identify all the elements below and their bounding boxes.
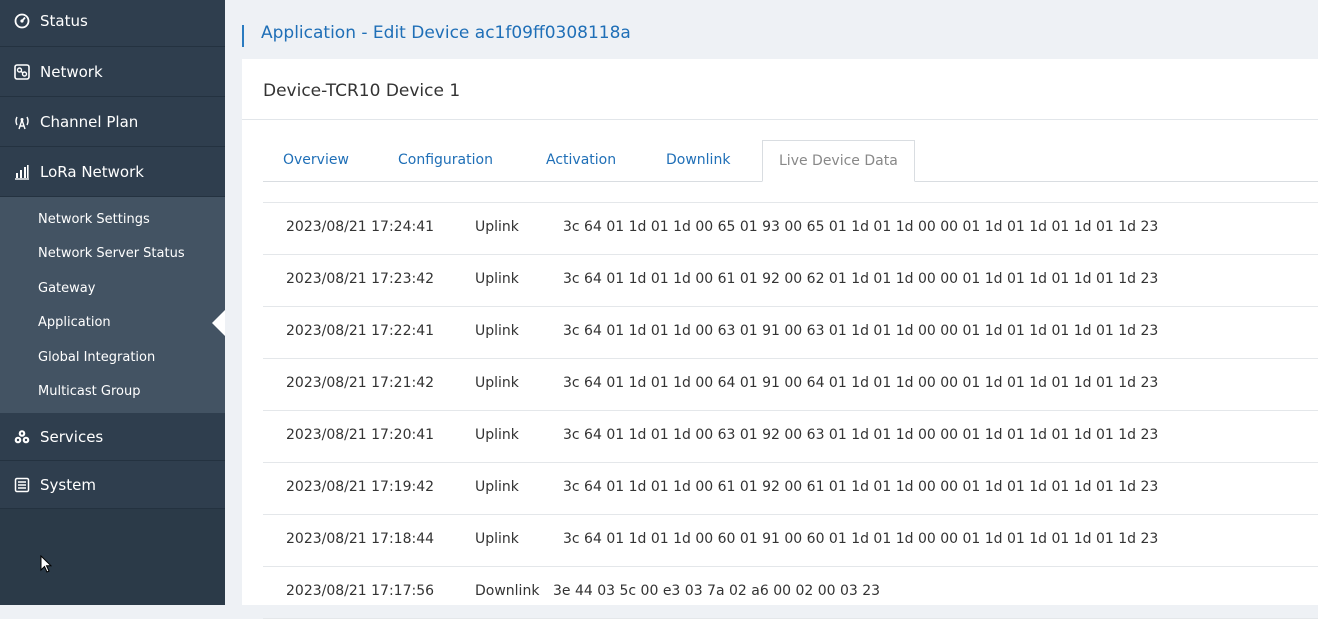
sidebar-item-system[interactable]: System bbox=[0, 461, 225, 509]
sidebar-item-label: Channel Plan bbox=[40, 112, 139, 131]
log-row[interactable]: 2023/08/21 17:17:56 Downlink 3e 44 03 5c… bbox=[263, 567, 1318, 619]
sidebar-item-label: LoRa Network bbox=[40, 162, 144, 181]
log-row[interactable]: 2023/08/21 17:23:42 Uplink 3c 64 01 1d 0… bbox=[263, 255, 1318, 307]
log-payload: 3c 64 01 1d 01 1d 00 61 01 92 00 61 01 1… bbox=[563, 479, 1159, 495]
submenu-item-network-server-status[interactable]: Network Server Status bbox=[0, 237, 225, 272]
log-payload: 3c 64 01 1d 01 1d 00 63 01 92 00 63 01 1… bbox=[563, 427, 1159, 443]
log-type: Downlink bbox=[475, 583, 540, 599]
log-time: 2023/08/21 17:17:56 bbox=[286, 583, 435, 599]
log-type: Uplink bbox=[475, 531, 519, 547]
log-time: 2023/08/21 17:18:44 bbox=[286, 531, 435, 547]
sidebar-item-label: Status bbox=[40, 12, 88, 30]
sidebar-item-label: Network bbox=[40, 62, 103, 81]
tab-downlink[interactable]: Downlink bbox=[666, 140, 730, 181]
log-time: 2023/08/21 17:22:41 bbox=[286, 323, 435, 339]
log-row[interactable]: 2023/08/21 17:22:41 Uplink 3c 64 01 1d 0… bbox=[263, 307, 1318, 359]
sidebar-item-label: Services bbox=[40, 427, 104, 446]
services-icon bbox=[13, 428, 31, 446]
tab-overview[interactable]: Overview bbox=[283, 140, 349, 181]
log-time: 2023/08/21 17:20:41 bbox=[286, 427, 435, 443]
page-title: Application - Edit Device ac1f09ff030811… bbox=[261, 23, 631, 43]
submenu-item-application[interactable]: Application bbox=[0, 306, 225, 341]
sidebar-item-services[interactable]: Services bbox=[0, 413, 225, 461]
log-payload: 3c 64 01 1d 01 1d 00 64 01 91 00 64 01 1… bbox=[563, 375, 1159, 391]
lora-network-submenu: Network Settings Network Server Status G… bbox=[0, 197, 225, 413]
sidebar: Status Network Channel Plan LoRa Network… bbox=[0, 0, 225, 605]
sidebar-item-network[interactable]: Network bbox=[0, 47, 225, 97]
sidebar-item-label: System bbox=[40, 475, 96, 494]
submenu-item-global-integration[interactable]: Global Integration bbox=[0, 340, 225, 375]
tab-configuration[interactable]: Configuration bbox=[398, 140, 493, 181]
log-row[interactable]: 2023/08/21 17:18:44 Uplink 3c 64 01 1d 0… bbox=[263, 515, 1318, 567]
signal-bars-icon bbox=[13, 163, 31, 181]
tab-bar: Overview Configuration Activation Downli… bbox=[263, 140, 1318, 182]
system-icon bbox=[13, 476, 31, 494]
network-icon bbox=[13, 63, 31, 81]
submenu-item-network-settings[interactable]: Network Settings bbox=[0, 202, 225, 237]
submenu-item-multicast-group[interactable]: Multicast Group bbox=[0, 375, 225, 410]
tab-live-device-data[interactable]: Live Device Data bbox=[762, 140, 915, 182]
antenna-icon bbox=[13, 113, 31, 131]
live-data-list: 2023/08/21 17:24:41 Uplink 3c 64 01 1d 0… bbox=[263, 202, 1318, 619]
log-type: Uplink bbox=[475, 219, 519, 235]
log-type: Uplink bbox=[475, 479, 519, 495]
sidebar-item-status[interactable]: Status bbox=[0, 0, 225, 47]
header-accent-bar bbox=[242, 25, 244, 47]
divider bbox=[242, 119, 1318, 120]
log-time: 2023/08/21 17:21:42 bbox=[286, 375, 435, 391]
page-header: Application - Edit Device ac1f09ff030811… bbox=[242, 7, 1318, 59]
log-type: Uplink bbox=[475, 323, 519, 339]
sidebar-item-channel-plan[interactable]: Channel Plan bbox=[0, 97, 225, 147]
log-row[interactable]: 2023/08/21 17:24:41 Uplink 3c 64 01 1d 0… bbox=[263, 203, 1318, 255]
device-title: Device-TCR10 Device 1 bbox=[263, 81, 461, 101]
log-time: 2023/08/21 17:19:42 bbox=[286, 479, 435, 495]
sidebar-item-lora-network[interactable]: LoRa Network bbox=[0, 147, 225, 197]
log-row[interactable]: 2023/08/21 17:21:42 Uplink 3c 64 01 1d 0… bbox=[263, 359, 1318, 411]
log-row[interactable]: 2023/08/21 17:19:42 Uplink 3c 64 01 1d 0… bbox=[263, 463, 1318, 515]
log-payload: 3e 44 03 5c 00 e3 03 7a 02 a6 00 02 00 0… bbox=[553, 583, 881, 599]
tab-activation[interactable]: Activation bbox=[546, 140, 616, 181]
submenu-item-gateway[interactable]: Gateway bbox=[0, 271, 225, 306]
log-time: 2023/08/21 17:23:42 bbox=[286, 271, 435, 287]
device-card: Device-TCR10 Device 1 Overview Configura… bbox=[242, 59, 1318, 619]
log-type: Uplink bbox=[475, 271, 519, 287]
log-payload: 3c 64 01 1d 01 1d 00 65 01 93 00 65 01 1… bbox=[563, 219, 1159, 235]
log-payload: 3c 64 01 1d 01 1d 00 60 01 91 00 60 01 1… bbox=[563, 531, 1159, 547]
log-payload: 3c 64 01 1d 01 1d 00 61 01 92 00 62 01 1… bbox=[563, 271, 1159, 287]
log-type: Uplink bbox=[475, 375, 519, 391]
status-icon bbox=[13, 12, 31, 30]
log-time: 2023/08/21 17:24:41 bbox=[286, 219, 435, 235]
log-type: Uplink bbox=[475, 427, 519, 443]
log-payload: 3c 64 01 1d 01 1d 00 63 01 91 00 63 01 1… bbox=[563, 323, 1159, 339]
log-row[interactable]: 2023/08/21 17:20:41 Uplink 3c 64 01 1d 0… bbox=[263, 411, 1318, 463]
sidebar-footer bbox=[0, 527, 225, 605]
mouse-pointer-icon bbox=[40, 555, 52, 573]
